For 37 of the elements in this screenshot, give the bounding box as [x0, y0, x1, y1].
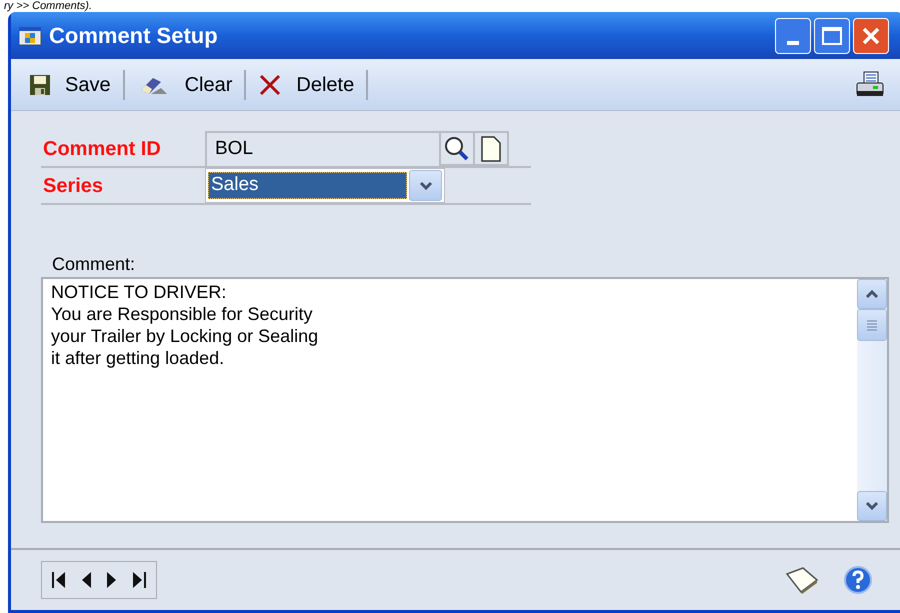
- toolbar-button[interactable]: Delete: [254, 66, 358, 102]
- comment-line: your Trailer by Locking or Sealing: [51, 325, 320, 347]
- comment-label: Comment:: [52, 253, 136, 275]
- caption-text: ry >> Comments).: [3, 0, 94, 12]
- series-dropdown[interactable]: Sales: [205, 168, 445, 203]
- new-note-button[interactable]: [475, 131, 509, 166]
- previous-record-icon[interactable]: [80, 571, 92, 589]
- scroll-down-icon[interactable]: [857, 491, 887, 521]
- scroll-thumb[interactable]: [857, 309, 887, 341]
- page-icon: [481, 136, 501, 162]
- first-record-icon[interactable]: [52, 571, 66, 589]
- window-icon: [19, 26, 41, 44]
- comment-line: NOTICE TO DRIVER:: [51, 281, 228, 303]
- search-icon: [444, 136, 470, 162]
- field-label: Comment ID: [42, 136, 162, 162]
- vertical-scrollbar[interactable]: [857, 279, 887, 521]
- print-button[interactable]: [855, 70, 885, 98]
- lookup-button[interactable]: [441, 131, 475, 166]
- comment-id-field[interactable]: BOL: [205, 131, 441, 166]
- close-button[interactable]: [853, 18, 889, 54]
- field-label: Series: [42, 174, 104, 198]
- toolbar-button[interactable]: Clear: [132, 66, 236, 102]
- help-icon[interactable]: [843, 565, 873, 595]
- next-record-icon[interactable]: [106, 571, 118, 589]
- window-title: Comment Setup: [49, 22, 219, 50]
- comment-text-area[interactable]: NOTICE TO DRIVER: You are Responsible for Security your Trailer by Locking or Sealing it after getting loaded.: [41, 277, 889, 523]
- maximize-button[interactable]: [814, 18, 850, 54]
- close-icon: [861, 26, 881, 46]
- scroll-up-icon[interactable]: [857, 279, 887, 309]
- comment-line: it after getting loaded.: [51, 347, 226, 369]
- note-icon[interactable]: [783, 566, 819, 594]
- minimize-button[interactable]: [775, 18, 811, 54]
- last-record-icon[interactable]: [132, 571, 146, 589]
- printer-icon: [855, 70, 885, 98]
- comment-line: You are Responsible for Security: [51, 303, 314, 325]
- delete-x-icon: [258, 74, 282, 96]
- toolbar-button[interactable]: Save: [25, 66, 115, 102]
